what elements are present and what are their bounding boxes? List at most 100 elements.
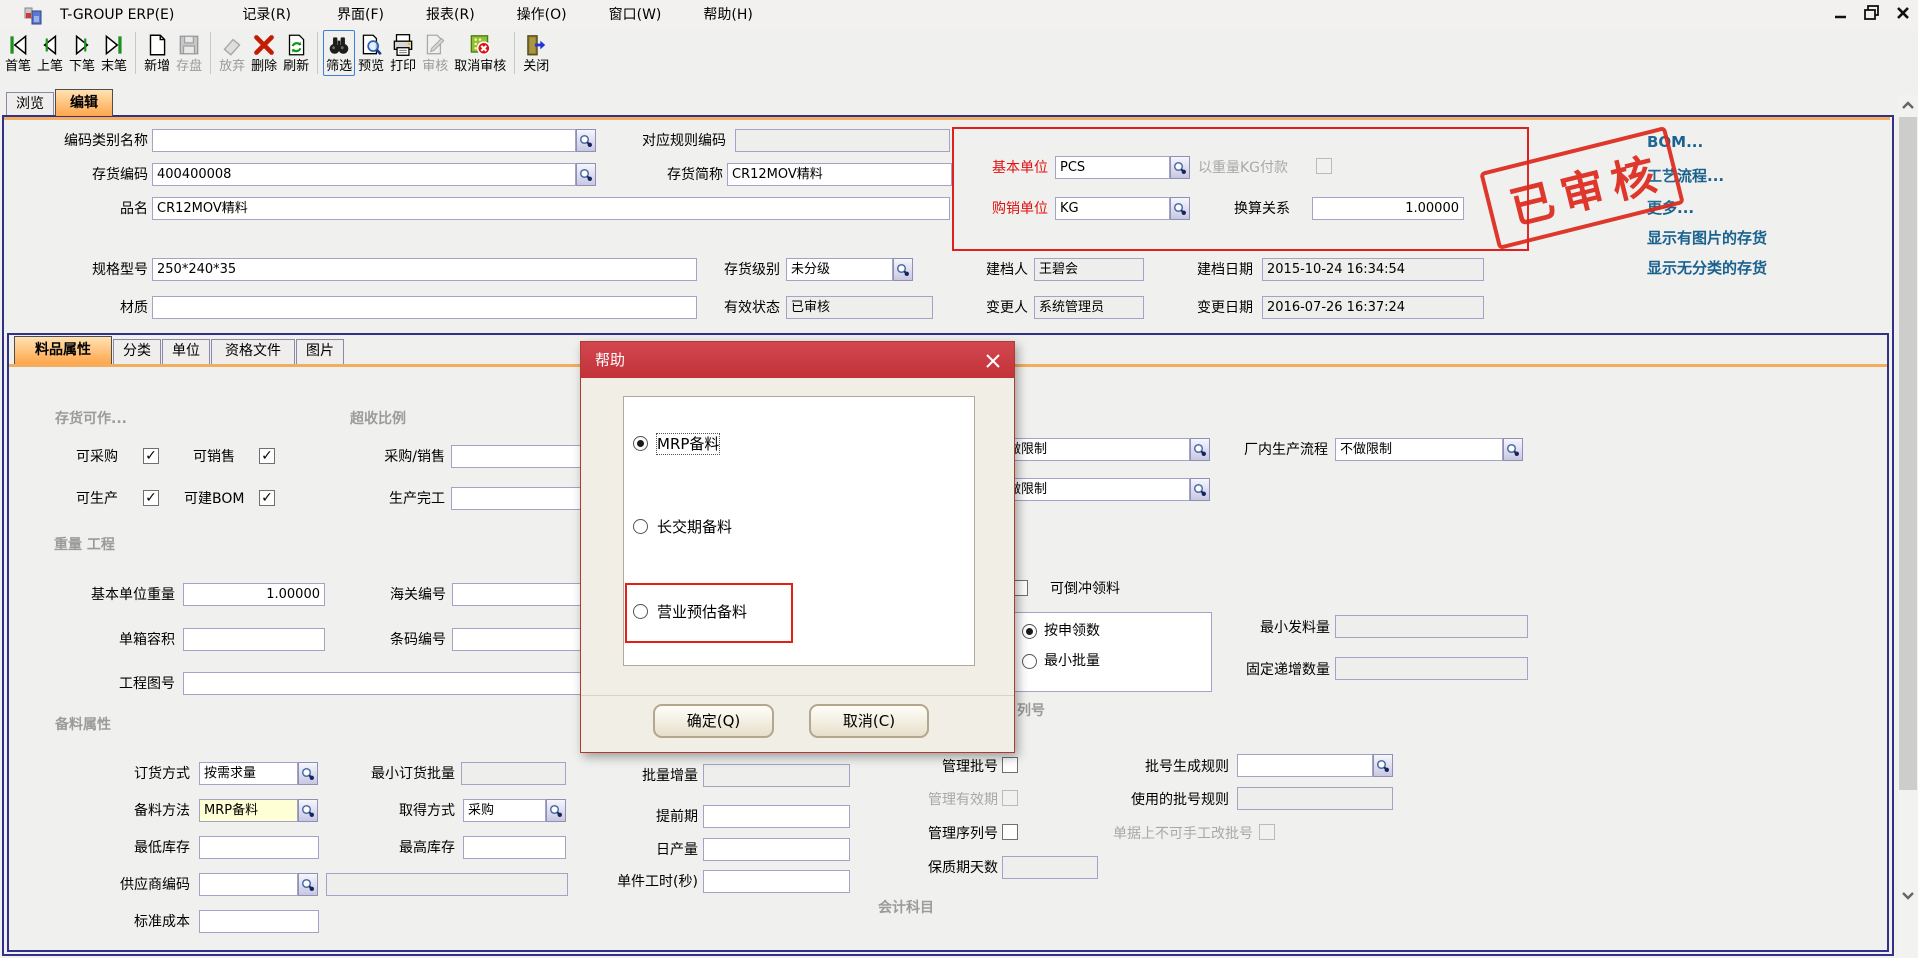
link-show-pictured[interactable]: 显示有图片的存货 [1647,227,1767,248]
unit-time-label: 单件工时(秒) [586,872,698,892]
min-batch-radio[interactable] [1022,654,1037,669]
close-window-button[interactable]: 关闭 [520,30,552,76]
supplier-field[interactable] [199,873,298,896]
preview-button[interactable]: 预览 [355,30,387,76]
name-label: 品名 [20,199,148,219]
ok-button[interactable]: 确定(Q) [653,704,774,738]
menu-report[interactable]: 报表(R) [412,0,489,30]
limit-field-2[interactable]: 不做限制 [990,478,1190,501]
lookup-button[interactable] [298,799,318,822]
lookup-button[interactable] [1503,438,1523,461]
lookup-button[interactable] [1170,156,1190,179]
limit-field-1[interactable]: 不做限制 [990,438,1190,461]
producible-checkbox[interactable]: ✓ [143,490,159,506]
first-record-button[interactable]: 首笔 [2,30,34,76]
subtab-attributes[interactable]: 料品属性 [14,336,112,364]
conv-field[interactable]: 1.00000 [1312,197,1464,220]
lead-time-field[interactable] [703,805,850,828]
by-apply-radio[interactable] [1022,624,1037,639]
lookup-button[interactable] [576,163,596,186]
unapprove-button[interactable]: 取消审核 [451,30,509,76]
tab-edit[interactable]: 编辑 [55,89,113,116]
lookup-button[interactable] [1373,754,1393,777]
scroll-down-icon[interactable] [1898,886,1918,906]
subtab-picture[interactable]: 图片 [296,339,344,364]
long-lead-option-label[interactable]: 长交期备料 [657,517,732,537]
prev-record-button[interactable]: 上笔 [34,30,66,76]
mrp-option-label[interactable]: MRP备料 [657,434,719,454]
dialog-close-icon[interactable] [982,350,1004,372]
manage-serial-checkbox[interactable] [1002,824,1018,840]
lookup-button[interactable] [576,129,596,152]
modify-date-label: 变更日期 [1165,298,1253,318]
subtab-unit[interactable]: 单位 [162,339,210,364]
bomable-checkbox[interactable]: ✓ [259,490,275,506]
subtab-classify[interactable]: 分类 [113,339,161,364]
base-unit-field[interactable]: PCS [1055,156,1170,179]
menu-app[interactable]: T-GROUP ERP(E) [46,0,188,30]
subtab-qualification[interactable]: 资格文件 [211,339,295,364]
lookup-button[interactable] [893,258,913,281]
fixed-incr-label: 固定递增数量 [1214,660,1330,680]
long-lead-option-radio[interactable] [633,519,648,534]
binoculars-icon [326,32,352,58]
manage-lot-checkbox[interactable] [1002,757,1018,773]
refresh-button[interactable]: 刷新 [280,30,312,76]
lookup-button[interactable] [1190,478,1210,501]
close-icon[interactable] [1896,6,1910,24]
inv-abbr-field[interactable]: CR12MOV精料 [727,163,952,186]
mrp-option-radio[interactable] [633,436,648,451]
menu-operation[interactable]: 操作(O) [503,0,581,30]
acquire-field[interactable]: 采购 [463,799,546,822]
lookup-button[interactable] [1190,438,1210,461]
lookup-button[interactable] [298,873,318,896]
lookup-button[interactable] [298,762,318,785]
menu-interface[interactable]: 界面(F) [323,0,398,30]
lookup-button[interactable] [546,799,566,822]
lead-time-label: 提前期 [630,807,698,827]
new-button[interactable]: 新增 [141,30,173,76]
cancel-button[interactable]: 取消(C) [809,704,929,738]
max-stock-field[interactable] [463,836,566,859]
help-dialog-title: 帮助 [581,342,1014,378]
print-button[interactable]: 打印 [387,30,419,76]
magnifier-icon [301,878,315,892]
menu-window[interactable]: 窗口(W) [595,0,676,30]
help-dialog: 帮助 MRP备料 长交期备料 营业预估备料 确定(Q) 取消(C) [580,341,1015,753]
tab-browse[interactable]: 浏览 [6,92,54,116]
prep-method-field[interactable]: MRP备料 [199,799,298,822]
unit-time-field[interactable] [703,870,850,893]
scrollbar-thumb[interactable] [1899,117,1917,790]
menu-record[interactable]: 记录(R) [228,0,305,30]
purch-sale-label: 采购/销售 [365,447,445,467]
magnifier-icon [549,804,563,818]
trade-unit-field[interactable]: KG [1055,197,1170,220]
std-cost-field[interactable] [199,910,319,933]
delete-button[interactable]: 删除 [248,30,280,76]
scroll-up-icon[interactable] [1898,95,1918,115]
name-field[interactable]: CR12MOV精料 [152,197,950,220]
order-mode-field[interactable]: 按需求量 [199,762,298,785]
lookup-button[interactable] [1170,197,1190,220]
link-show-unclassified[interactable]: 显示无分类的存货 [1647,257,1767,278]
spec-field[interactable]: 250*240*35 [152,258,697,281]
level-field[interactable]: 未分级 [786,258,893,281]
lot-rule-field[interactable] [1237,754,1373,777]
last-record-button[interactable]: 末笔 [98,30,130,76]
next-record-button[interactable]: 下笔 [66,30,98,76]
code-cat-field[interactable] [152,129,576,152]
inv-code-field[interactable]: 400400008 [152,163,576,186]
base-weight-field[interactable]: 1.00000 [183,583,325,606]
factory-flow-field[interactable]: 不做限制 [1335,438,1503,461]
daily-output-field[interactable] [703,838,850,861]
sellable-checkbox[interactable]: ✓ [259,448,275,464]
material-field[interactable] [152,296,697,319]
minimize-icon[interactable] [1834,6,1848,24]
purchasable-checkbox[interactable]: ✓ [143,448,159,464]
filter-button[interactable]: 筛选 [323,30,355,76]
menu-help[interactable]: 帮助(H) [689,0,766,30]
min-stock-field[interactable] [199,836,319,859]
box-volume-field[interactable] [183,628,325,651]
restore-icon[interactable] [1864,5,1880,25]
trade-unit-label: 购销单位 [968,199,1048,219]
